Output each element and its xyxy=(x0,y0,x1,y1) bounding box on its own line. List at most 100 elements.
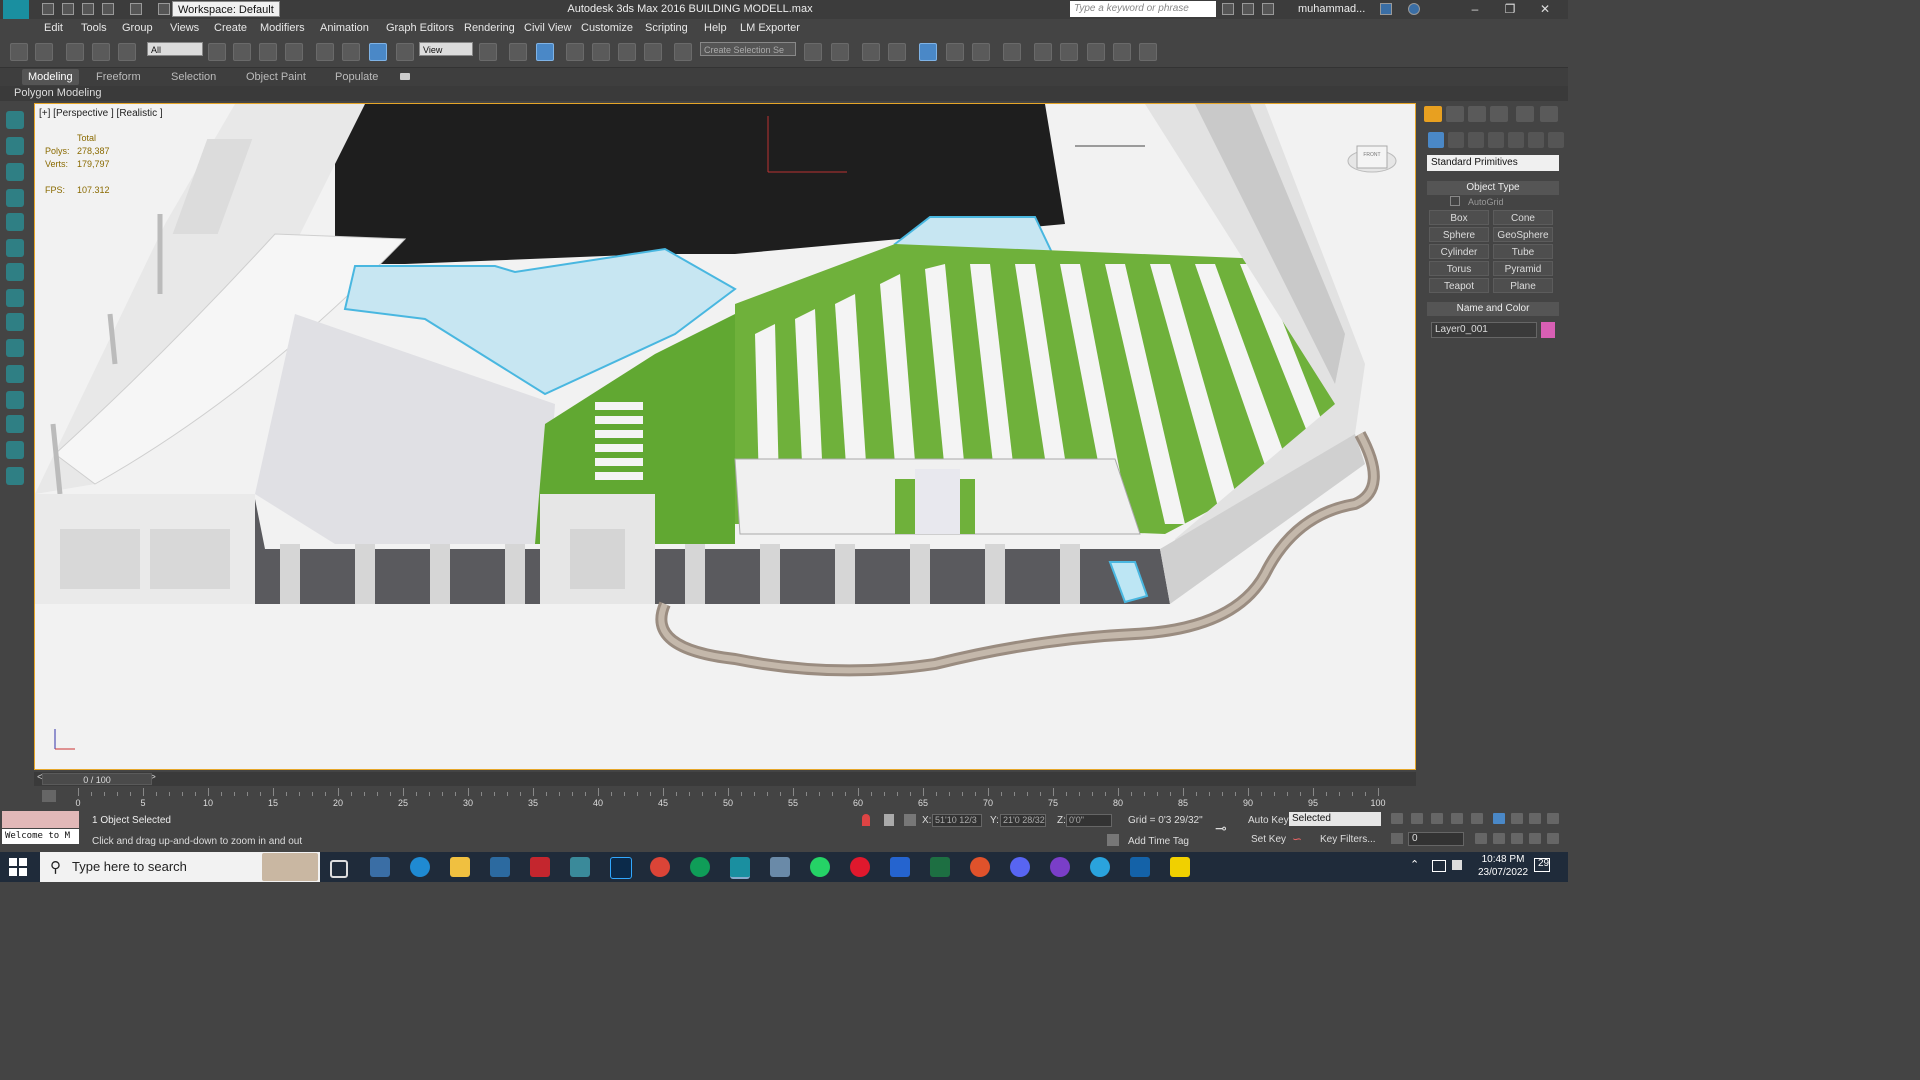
maximize-viewport-icon[interactable] xyxy=(1529,813,1541,824)
viewcube[interactable]: FRONT xyxy=(1358,152,1386,158)
time-tag-icon[interactable] xyxy=(1107,834,1119,846)
select-object-icon[interactable] xyxy=(208,43,226,61)
file-explorer-icon[interactable] xyxy=(450,857,470,877)
track-bar[interactable]: 0 5 10 15 20 25 30 35 40 45 50 55 60 65 70 75 80 85 90 95 10… xyxy=(72,786,1386,808)
menu-graph-editors[interactable]: Graph Editors xyxy=(386,22,454,34)
teapot-button[interactable]: Teapot xyxy=(1429,278,1489,293)
render-setup-icon[interactable] xyxy=(1034,43,1052,61)
sticky-notes-icon[interactable] xyxy=(1170,857,1190,877)
default-in-out-tangent-icon[interactable]: ∽ xyxy=(1292,832,1302,846)
pyramid-button[interactable]: Pyramid xyxy=(1493,261,1553,276)
space-warps-icon[interactable] xyxy=(1528,132,1544,148)
primitive-category-dropdown[interactable]: Standard Primitives xyxy=(1427,155,1559,171)
task-view-icon[interactable] xyxy=(330,860,348,878)
mirror-icon[interactable] xyxy=(804,43,822,61)
play-icon[interactable] xyxy=(1431,813,1443,824)
rendered-frame-window-icon[interactable] xyxy=(1060,43,1078,61)
snaps-toggle-icon[interactable] xyxy=(566,43,584,61)
isolate-selection-icon[interactable] xyxy=(862,814,870,826)
pan-view-icon[interactable] xyxy=(1511,833,1523,844)
current-frame-field[interactable]: 0 xyxy=(1408,832,1464,846)
material-editor-icon[interactable] xyxy=(1003,43,1021,61)
walk-through-icon[interactable] xyxy=(1547,833,1559,844)
tab-populate[interactable]: Populate xyxy=(335,71,378,83)
help-search-input[interactable]: Type a keyword or phrase xyxy=(1070,1,1216,17)
systems-icon[interactable] xyxy=(1548,132,1564,148)
tab-modeling[interactable]: Modeling xyxy=(22,69,79,85)
3ds-max-taskbar-icon[interactable] xyxy=(570,857,590,877)
time-slider-track[interactable]: < > xyxy=(34,772,1416,786)
menu-tools[interactable]: Tools xyxy=(81,22,107,34)
set-key-button[interactable]: Set Key xyxy=(1251,834,1286,845)
render-in-cloud-icon[interactable] xyxy=(1139,43,1157,61)
x-coordinate-field[interactable]: 51'10 12/3 xyxy=(932,814,982,827)
key-icon[interactable]: ⊸ xyxy=(1215,820,1227,837)
whatsapp-icon[interactable] xyxy=(810,857,830,877)
menu-customize[interactable]: Customize xyxy=(581,22,633,34)
sun-icon[interactable] xyxy=(6,137,24,155)
ribbon-options-icon[interactable] xyxy=(400,73,410,80)
hierarchy-icon[interactable] xyxy=(6,391,24,409)
hierarchy-tab-icon[interactable] xyxy=(1468,106,1486,122)
perspective-viewport[interactable]: [+] [Perspective ] [Realistic ] Total Po… xyxy=(34,103,1416,770)
viewport-label[interactable]: [+] [Perspective ] [Realistic ] xyxy=(39,108,163,119)
transform-icon[interactable] xyxy=(6,339,24,357)
help-icon[interactable] xyxy=(1408,3,1420,15)
taskbar-clock[interactable]: 10:48 PM 23/07/2022 xyxy=(1473,853,1533,879)
discord-icon[interactable] xyxy=(1010,857,1030,877)
menu-views[interactable]: Views xyxy=(170,22,199,34)
selection-filter-dropdown[interactable]: All xyxy=(147,42,203,56)
object-color-swatch[interactable] xyxy=(1541,322,1555,338)
place-icon[interactable] xyxy=(396,43,414,61)
undo-icon[interactable] xyxy=(102,3,114,15)
key-mode-dropdown[interactable]: Selected xyxy=(1289,812,1381,826)
link-icon[interactable] xyxy=(66,43,84,61)
keyboard-shortcut-override-icon[interactable] xyxy=(536,43,554,61)
opera-icon[interactable] xyxy=(850,857,870,877)
key-mode-toggle-icon[interactable] xyxy=(1391,833,1403,844)
sketchup-icon[interactable] xyxy=(490,857,510,877)
cone-button[interactable]: Cone xyxy=(1493,210,1553,225)
volume-icon[interactable] xyxy=(1452,860,1462,870)
spinner-snap-icon[interactable] xyxy=(644,43,662,61)
box-button[interactable]: Box xyxy=(1429,210,1489,225)
cylinder-button[interactable]: Cylinder xyxy=(1429,244,1489,259)
unlink-icon[interactable] xyxy=(92,43,110,61)
menu-group[interactable]: Group xyxy=(122,22,153,34)
named-selection-dropdown[interactable]: Create Selection Se xyxy=(700,42,796,56)
menu-civil-view[interactable]: Civil View xyxy=(524,22,571,34)
lights-icon[interactable] xyxy=(1468,132,1484,148)
window-crossing-icon[interactable] xyxy=(285,43,303,61)
modify-tab-icon[interactable] xyxy=(1446,106,1464,122)
menu-animation[interactable]: Animation xyxy=(320,22,369,34)
redo-icon[interactable] xyxy=(130,3,142,15)
select-by-name-icon[interactable] xyxy=(233,43,251,61)
time-configuration-icon[interactable] xyxy=(1475,833,1487,844)
menu-modifiers[interactable]: Modifiers xyxy=(260,22,305,34)
photoshop-icon[interactable] xyxy=(610,857,632,879)
angle-snap-icon[interactable] xyxy=(592,43,610,61)
project-folder-icon[interactable] xyxy=(158,3,170,15)
autodesk-app-icon[interactable] xyxy=(1380,3,1392,15)
teapot-icon[interactable] xyxy=(6,441,24,459)
scale-icon[interactable] xyxy=(369,43,387,61)
book-icon[interactable] xyxy=(6,213,24,231)
orbit-icon[interactable] xyxy=(6,289,24,307)
add-time-tag[interactable]: Add Time Tag xyxy=(1128,836,1189,847)
auto-key-button[interactable]: Auto Key xyxy=(1248,815,1289,826)
binoculars-icon[interactable] xyxy=(1222,3,1234,15)
menu-create[interactable]: Create xyxy=(214,22,247,34)
selection-lock-icon[interactable] xyxy=(884,814,894,826)
head-icon[interactable] xyxy=(6,313,24,331)
move-icon[interactable] xyxy=(316,43,334,61)
z-coordinate-field[interactable]: 0'0" xyxy=(1066,814,1112,827)
favorites-star-icon[interactable] xyxy=(1262,3,1274,15)
schematic-view-icon[interactable] xyxy=(972,43,990,61)
undo-icon[interactable] xyxy=(10,43,28,61)
menu-rendering[interactable]: Rendering xyxy=(464,22,515,34)
reference-coordinate-dropdown[interactable]: View xyxy=(419,42,473,56)
tube-button[interactable]: Tube xyxy=(1493,244,1553,259)
windows-start-icon[interactable] xyxy=(9,858,27,876)
light-bulb-icon[interactable] xyxy=(6,111,24,129)
shapes-icon[interactable] xyxy=(1448,132,1464,148)
